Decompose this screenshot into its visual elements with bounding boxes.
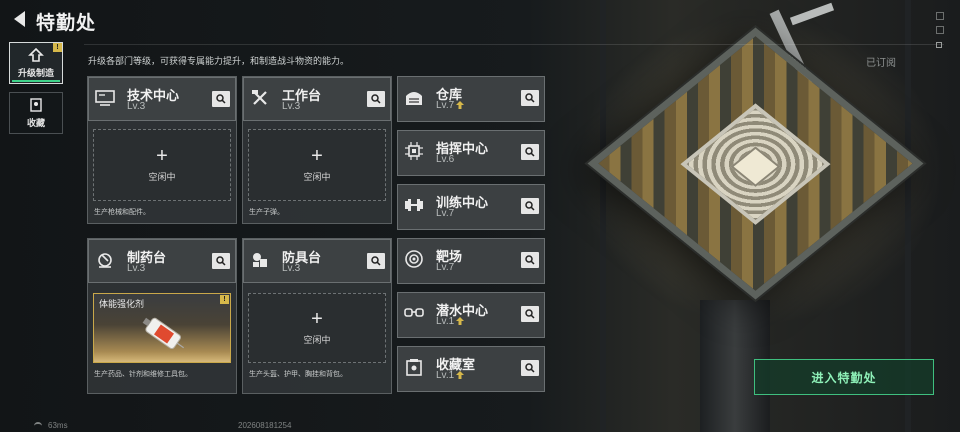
alert-badge: !	[220, 295, 229, 304]
dept-card-workbench: 工作台 Lv.3 + 空闲中 生产子弹。	[242, 76, 392, 224]
production-slot[interactable]: + 空闲中	[248, 129, 386, 201]
dept-level: Lv.3	[282, 263, 301, 274]
search-icon[interactable]	[521, 198, 539, 214]
dept-header-warehouse[interactable]: 仓库 Lv.7	[397, 76, 545, 122]
dept-header-collection-room[interactable]: 收藏室 Lv.1	[397, 346, 545, 392]
status-bar: 63ms 202608181254	[0, 420, 960, 432]
back-button[interactable]	[8, 8, 30, 30]
dept-description: 生产枪械和配件。	[94, 209, 150, 216]
upgrade-gear-icon	[28, 47, 44, 62]
dept-level: Lv.3	[127, 263, 146, 274]
search-icon[interactable]	[212, 253, 230, 269]
dept-level-row: Lv.1	[436, 370, 465, 381]
upgrade-arrow-icon	[456, 371, 465, 380]
search-icon[interactable]	[367, 91, 385, 107]
dept-level: Lv.3	[282, 101, 301, 112]
item-name: 体能强化剂	[99, 299, 145, 309]
active-indicator	[12, 80, 60, 82]
dept-card-armor: 防具台 Lv.3 + 空闲中 生产头盔、护甲、胸挂和背包。	[242, 238, 392, 394]
plus-icon: +	[156, 144, 168, 167]
dept-level: Lv.7	[436, 262, 455, 273]
dept-header-armor[interactable]: 防具台 Lv.3	[243, 239, 391, 283]
dept-level: Lv.7	[436, 100, 455, 111]
search-icon[interactable]	[521, 144, 539, 160]
search-icon[interactable]	[521, 306, 539, 322]
diving-mask-icon	[404, 303, 424, 323]
dept-level-row: Lv.7	[436, 100, 465, 111]
corner-marker	[936, 12, 944, 20]
page-title: 特勤处	[36, 13, 97, 34]
collection-icon	[28, 97, 44, 112]
dept-header-command-center[interactable]: 指挥中心 Lv.6	[397, 130, 545, 176]
dept-level: Lv.1	[436, 316, 455, 327]
search-icon[interactable]	[212, 91, 230, 107]
back-arrow-icon	[13, 11, 25, 27]
corner-marker	[936, 42, 942, 48]
collection-room-icon	[404, 357, 424, 377]
search-icon[interactable]	[521, 360, 539, 376]
dept-header-training-center[interactable]: 训练中心 Lv.7	[397, 184, 545, 230]
warehouse-icon	[404, 87, 424, 107]
dept-level: Lv.7	[436, 208, 455, 219]
dept-card-pharmacy: 制药台 Lv.3 体能强化剂 ! 生产药品、针剂和维修工具包。	[87, 238, 237, 394]
dept-description: 生产药品、针剂和维修工具包。	[94, 371, 192, 378]
subscribed-label: 已订阅	[866, 58, 896, 69]
search-icon[interactable]	[521, 252, 539, 268]
top-bar: 特勤处	[0, 0, 960, 38]
dept-header-tech-center[interactable]: 技术中心 Lv.3	[88, 77, 236, 121]
scene-rail	[600, 0, 606, 432]
dept-description: 生产子弹。	[249, 209, 284, 216]
timestamp-readout: 202608181254	[238, 421, 292, 430]
chip-icon	[404, 141, 424, 161]
slot-status: 空闲中	[303, 171, 331, 182]
dept-level: Lv.1	[436, 370, 455, 381]
dept-level: Lv.3	[127, 101, 146, 112]
plus-icon: +	[311, 144, 323, 167]
syringe-icon	[142, 317, 185, 350]
plus-icon: +	[311, 307, 323, 330]
wifi-icon	[34, 422, 42, 428]
dept-level-row: Lv.1	[436, 316, 465, 327]
upgrade-arrow-icon	[456, 317, 465, 326]
armor-icon	[250, 250, 270, 270]
upgrade-arrow-icon	[456, 101, 465, 110]
special-ops-crate	[587, 27, 924, 336]
production-slot[interactable]: + 空闲中	[248, 293, 386, 363]
tab-label: 升级制造	[17, 67, 54, 78]
slot-status: 空闲中	[303, 334, 331, 345]
dept-header-shooting-range[interactable]: 靶场 Lv.7	[397, 238, 545, 284]
crafting-item-card[interactable]: 体能强化剂 !	[93, 293, 231, 363]
tab-collection[interactable]: 收藏	[9, 92, 63, 134]
tab-label: 收藏	[26, 117, 45, 128]
corner-marker	[936, 26, 944, 34]
search-icon[interactable]	[521, 90, 539, 106]
dept-card-tech-center: 技术中心 Lv.3 + 空闲中 生产枪械和配件。	[87, 76, 237, 224]
dept-level: Lv.6	[436, 154, 455, 165]
tab-upgrade-craft[interactable]: 升级制造 !	[9, 42, 63, 84]
header-divider	[84, 44, 944, 45]
dumbbell-icon	[404, 195, 424, 215]
microscope-icon	[95, 250, 115, 270]
slot-status: 空闲中	[148, 171, 176, 182]
monitor-icon	[95, 88, 115, 108]
enter-button-label: 进入特勤处	[811, 370, 877, 385]
target-icon	[404, 249, 424, 269]
dept-header-diving-center[interactable]: 潜水中心 Lv.1	[397, 292, 545, 338]
dept-description: 生产头盔、护甲、胸挂和背包。	[249, 371, 347, 378]
alert-badge: !	[53, 43, 62, 52]
dept-header-workbench[interactable]: 工作台 Lv.3	[243, 77, 391, 121]
page-hint: 升级各部门等级，可获得专属能力提升，和制造战斗物资的能力。	[88, 56, 350, 66]
search-icon[interactable]	[367, 253, 385, 269]
hammer-wrench-icon	[250, 88, 270, 108]
dept-header-pharmacy[interactable]: 制药台 Lv.3	[88, 239, 236, 283]
enter-special-ops-button[interactable]: 进入特勤处	[754, 359, 934, 395]
production-slot[interactable]: + 空闲中	[93, 129, 231, 201]
latency-readout: 63ms	[48, 421, 68, 430]
